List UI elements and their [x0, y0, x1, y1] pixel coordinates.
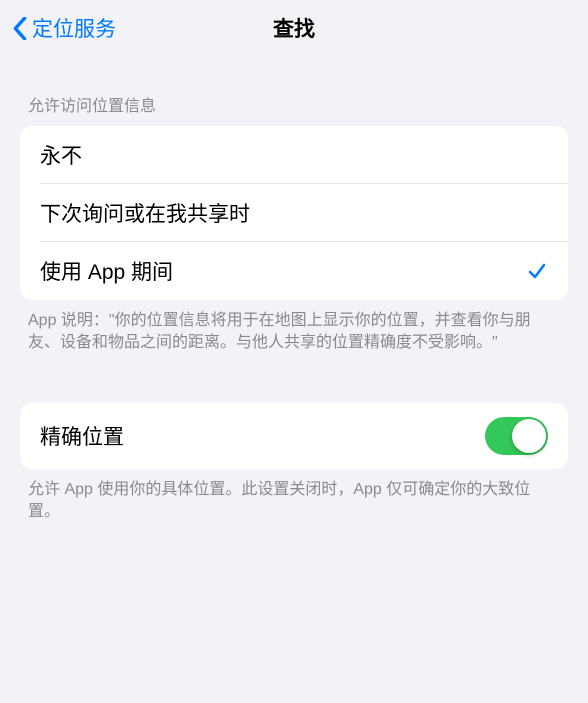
location-access-footer: App 说明："你的位置信息将用于在地图上显示你的位置，并查看你与朋友、设备和物…	[0, 300, 588, 355]
checkmark-icon	[526, 260, 548, 282]
location-access-group: 永不 下次询问或在我共享时 使用 App 期间	[20, 126, 568, 300]
precise-footer: 允许 App 使用你的具体位置。此设置关闭时，App 仅可确定你的大致位置。	[0, 469, 588, 524]
switch-knob	[512, 419, 546, 453]
precise-group: 精确位置	[20, 403, 568, 469]
back-label: 定位服务	[32, 13, 116, 43]
option-label: 使用 App 期间	[40, 256, 173, 286]
content: 允许访问位置信息 永不 下次询问或在我共享时 使用 App 期间 App 说明：…	[0, 56, 588, 524]
option-label: 下次询问或在我共享时	[40, 198, 250, 228]
nav-bar: 定位服务 查找	[0, 0, 588, 56]
chevron-left-icon	[10, 14, 30, 42]
location-access-header: 允许访问位置信息	[0, 92, 588, 126]
precise-toggle[interactable]	[485, 417, 548, 455]
precise-location-row: 精确位置	[20, 403, 568, 469]
option-ask-next-time[interactable]: 下次询问或在我共享时	[20, 184, 568, 242]
back-button[interactable]: 定位服务	[8, 9, 118, 47]
precise-label: 精确位置	[40, 421, 124, 451]
page-title: 查找	[273, 13, 315, 43]
option-label: 永不	[40, 140, 82, 170]
option-while-using[interactable]: 使用 App 期间	[20, 242, 568, 300]
spacer	[0, 355, 588, 403]
option-never[interactable]: 永不	[20, 126, 568, 184]
